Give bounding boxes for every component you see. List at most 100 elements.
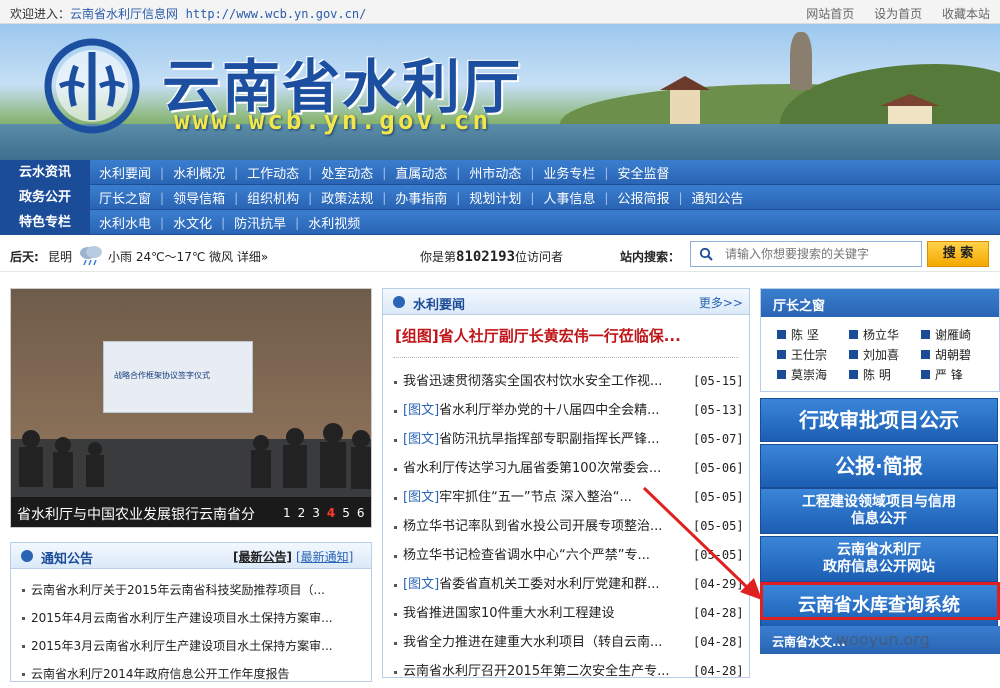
- news-item[interactable]: [图文]省水利厅举办党的十八届四中全会精... [05-13]: [383, 396, 749, 425]
- set-homepage-link[interactable]: 设为首页: [874, 7, 922, 21]
- home-link[interactable]: 网站首页: [806, 7, 854, 21]
- nav-item[interactable]: 安全监督: [608, 163, 678, 182]
- nav-item[interactable]: 人事信息: [534, 188, 604, 207]
- news-item-date: [04-28]: [693, 635, 744, 649]
- nav-item[interactable]: 防汛抗旱: [225, 213, 295, 232]
- search-input[interactable]: [725, 245, 915, 263]
- news-item-title[interactable]: 我省全力推进在建重大水利项目（转自云南...: [403, 628, 693, 657]
- news-slideshow[interactable]: 战略合作框架协议签字仪式 省水利厅与中国农业发展银行云南省分 123456: [10, 288, 372, 528]
- slideshow-caption-bar: 省水利厅与中国农业发展银行云南省分 123456: [11, 497, 371, 527]
- news-item-title[interactable]: [图文]省水利厅举办党的十八届四中全会精...: [403, 396, 693, 425]
- news-item-title[interactable]: [图文]省委省直机关工委对水利厅党建和群...: [403, 570, 693, 599]
- slide-page[interactable]: 3: [312, 506, 320, 520]
- news-item-date: [04-28]: [693, 606, 744, 620]
- search-box: [690, 241, 922, 267]
- main-nav: 云水资讯 水利要闻 | 水利概况 | 工作动态 | 处室动态 | 直属动态 | 州市动态 |…: [0, 160, 1000, 235]
- nav-item[interactable]: 业务专栏: [534, 163, 604, 182]
- news-item[interactable]: 省水利厅传达学习九届省委第100次常委会... [05-06]: [383, 454, 749, 483]
- search-button[interactable]: 搜 索: [927, 241, 989, 267]
- leader-link[interactable]: 严 锋: [921, 367, 993, 383]
- nav-item[interactable]: 领导信箱: [164, 188, 234, 207]
- news-item[interactable]: 我省迅速贯彻落实全国农村饮水安全工作视... [05-15]: [383, 367, 749, 396]
- news-item-title[interactable]: 我省推进国家10件重大水利工程建设: [403, 599, 693, 628]
- site-url-link[interactable]: http://www.wcb.yn.gov.cn/: [186, 7, 367, 21]
- slide-page[interactable]: 6: [357, 506, 365, 520]
- nav-item[interactable]: 水利概况: [164, 163, 234, 182]
- nav-item[interactable]: 公报简报: [608, 188, 678, 207]
- headline-link[interactable]: [组图]省人社厅副厅长黄宏伟一行莅临保...: [395, 325, 681, 346]
- nav-item[interactable]: 水文化: [164, 213, 221, 232]
- search-label: 站内搜索：: [620, 250, 681, 264]
- nav-item[interactable]: 组织机构: [238, 188, 308, 207]
- panel-bullet-icon: [393, 296, 405, 308]
- slide-page[interactable]: 1: [283, 506, 291, 520]
- leader-link[interactable]: 胡朝碧: [921, 347, 993, 363]
- leader-link[interactable]: 杨立华: [849, 327, 921, 343]
- nav-row-special: 特色专栏 水利水电 | 水文化 | 防汛抗旱 | 水利视频: [0, 210, 1000, 235]
- news-item[interactable]: 杨立华书记率队到省水投公司开展专项整治... [05-05]: [383, 512, 749, 541]
- nav-item[interactable]: 通知公告: [683, 188, 753, 207]
- list-item[interactable]: 云南省水利厅2014年政府信息公开工作年度报告: [11, 660, 371, 688]
- leader-link[interactable]: 王仕宗: [777, 347, 849, 363]
- bookmark-link[interactable]: 收藏本站: [942, 7, 990, 21]
- news-item-text: 省水利厅传达学习九届省委第100次常委会...: [403, 461, 662, 476]
- news-item-title[interactable]: [图文]省防汛抗旱指挥部专职副指挥长严锋...: [403, 425, 693, 454]
- nav-category[interactable]: 云水资讯: [0, 160, 90, 185]
- credit-info-banner[interactable]: 工程建设领域项目与信用 信息公开: [760, 488, 998, 534]
- weather-condition-link[interactable]: 小雨 24℃～17℃ 微风 详细»: [108, 248, 268, 265]
- news-item[interactable]: [图文]省委省直机关工委对水利厅党建和群... [04-29]: [383, 570, 749, 599]
- tab-latest-notice[interactable]: [最新通知]: [296, 550, 353, 564]
- nav-item[interactable]: 规划计划: [460, 188, 530, 207]
- nav-item[interactable]: 政策法规: [312, 188, 382, 207]
- admin-approval-banner[interactable]: 行政审批项目公示: [760, 398, 998, 442]
- news-item-title[interactable]: [图文]牢牢抓住“五一”节点 深入整治“...: [403, 483, 693, 512]
- nav-item[interactable]: 厅长之窗: [90, 188, 160, 207]
- news-item[interactable]: 云南省水利厅召开2015年第二次安全生产专... [04-28]: [383, 657, 749, 686]
- leader-link[interactable]: 刘加喜: [849, 347, 921, 363]
- news-item-title[interactable]: 省水利厅传达学习九届省委第100次常委会...: [403, 454, 693, 483]
- welcome-prefix: 欢迎进入：: [10, 7, 71, 21]
- bulletin-banner[interactable]: 公报·简报: [760, 444, 998, 488]
- slide-page[interactable]: 5: [342, 506, 350, 520]
- water-bureau-logo-icon[interactable]: [42, 36, 142, 136]
- nav-category[interactable]: 政务公开: [0, 185, 90, 210]
- leader-link[interactable]: 谢雁崎: [921, 327, 993, 343]
- nav-category[interactable]: 特色专栏: [0, 210, 90, 235]
- nav-item[interactable]: 直属动态: [386, 163, 456, 182]
- news-item[interactable]: [图文]省防汛抗旱指挥部专职副指挥长严锋... [05-07]: [383, 425, 749, 454]
- nav-item[interactable]: 水利视频: [299, 213, 369, 232]
- news-item-title[interactable]: 杨立华书记检查省调水中心“六个严禁”专...: [403, 541, 693, 570]
- leader-link[interactable]: 陈 明: [849, 367, 921, 383]
- gov-info-banner[interactable]: 云南省水利厅 政府信息公开网站: [760, 536, 998, 582]
- leader-link[interactable]: 莫崇海: [777, 367, 849, 383]
- nav-item[interactable]: 州市动态: [460, 163, 530, 182]
- more-news-link[interactable]: 更多>>: [699, 294, 743, 311]
- nav-row-news: 云水资讯 水利要闻 | 水利概况 | 工作动态 | 处室动态 | 直属动态 | 州市动态 |…: [0, 160, 1000, 185]
- slide-page[interactable]: 2: [298, 506, 306, 520]
- nav-item[interactable]: 处室动态: [312, 163, 382, 182]
- news-item[interactable]: 我省推进国家10件重大水利工程建设 [04-28]: [383, 599, 749, 628]
- news-item-date: [04-28]: [693, 664, 744, 678]
- slide-page-active[interactable]: 4: [327, 506, 335, 520]
- news-item-title[interactable]: 杨立华书记率队到省水投公司开展专项整治...: [403, 512, 693, 541]
- list-item[interactable]: 2015年4月云南省水利厅生产建设项目水土保持方案审...: [11, 604, 371, 632]
- news-item-date: [05-05]: [693, 519, 744, 533]
- nav-item[interactable]: 办事指南: [386, 188, 456, 207]
- leader-link[interactable]: 陈 坚: [777, 327, 849, 343]
- list-item[interactable]: 2015年3月云南省水利厅生产建设项目水土保持方案审...: [11, 632, 371, 660]
- list-item[interactable]: 云南省水利厅关于2015年云南省科技奖励推荐项目（...: [11, 576, 371, 604]
- nav-item[interactable]: 工作动态: [238, 163, 308, 182]
- site-name-link[interactable]: 云南省水利厅信息网: [70, 7, 178, 21]
- news-item[interactable]: 我省全力推进在建重大水利项目（转自云南... [04-28]: [383, 628, 749, 657]
- nav-item[interactable]: 水利水电: [90, 213, 160, 232]
- news-item-date: [04-29]: [693, 577, 744, 591]
- notice-title: 通知公告: [41, 552, 94, 567]
- news-item[interactable]: [图文]牢牢抓住“五一”节点 深入整治“... [05-05]: [383, 483, 749, 512]
- tab-latest-announcement[interactable]: [最新公告]: [233, 550, 292, 564]
- leaders-title: 厅长之窗: [773, 299, 826, 314]
- news-item[interactable]: 杨立华书记检查省调水中心“六个严禁”专... [05-05]: [383, 541, 749, 570]
- news-item-title[interactable]: 我省迅速贯彻落实全国农村饮水安全工作视...: [403, 367, 693, 396]
- news-item-title[interactable]: 云南省水利厅召开2015年第二次安全生产专...: [403, 657, 693, 686]
- nav-item[interactable]: 水利要闻: [90, 163, 160, 182]
- slideshow-caption[interactable]: 省水利厅与中国农业发展银行云南省分: [17, 504, 279, 524]
